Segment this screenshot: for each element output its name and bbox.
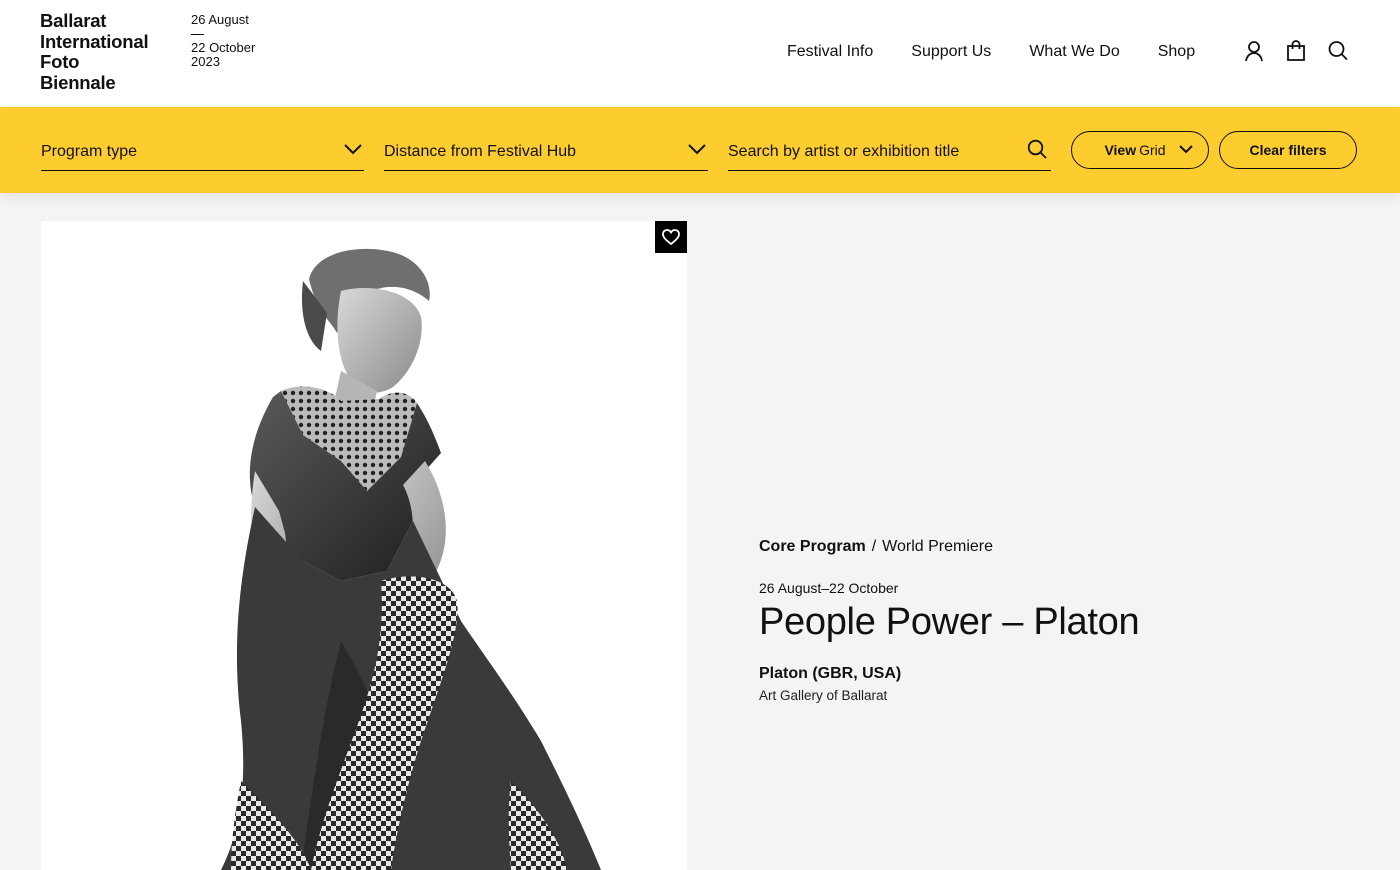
chevron-down-icon [688,144,706,155]
clear-filters-button[interactable]: Clear filters [1219,131,1357,169]
view-value: Grid [1139,142,1166,158]
logo-line: Ballarat [40,10,107,31]
search-input[interactable]: Search by artist or exhibition title [728,139,1051,171]
search-placeholder: Search by artist or exhibition title [728,143,960,160]
date-end-day: 22 October [191,40,256,55]
event-category[interactable]: Core Program [759,538,866,555]
event-info: Core Program / World Premiere 26 August–22… [759,537,1359,704]
site-header: Ballarat International Foto Biennale 26 … [0,0,1400,107]
search-icon[interactable] [1328,40,1348,62]
distance-label: Distance from Festival Hub [384,143,577,160]
account-icon[interactable] [1244,40,1264,62]
event-venue: Art Gallery of Ballarat [759,688,888,703]
event-dates: 26 August–22 October [759,580,899,596]
date-start: 26 August [191,12,249,27]
festival-dates: 26 August 22 October 2023 [191,13,255,69]
search-icon[interactable] [1027,139,1047,159]
nav-support-us[interactable]: Support Us [911,42,991,62]
view-label: View [1104,142,1137,158]
nav-what-we-do[interactable]: What We Do [1029,42,1119,62]
date-dash [191,34,204,35]
date-end-year: 2023 [191,54,220,69]
event-artist: Platon (GBR, USA) [759,665,902,682]
category-separator: / [871,538,877,555]
header-icons [1244,40,1348,62]
event-tag: World Premiere [882,538,993,555]
event-categories: Core Program / World Premiere [759,537,1359,557]
logo-line: International [40,30,149,52]
chevron-down-icon [1179,145,1193,154]
heart-icon [662,229,680,245]
event-image[interactable] [41,221,687,870]
event-title[interactable]: People Power – Platon [759,601,1359,643]
portrait-photo [221,248,601,870]
nav-shop[interactable]: Shop [1158,42,1195,62]
logo-line: Foto [40,51,80,72]
nav-festival-info[interactable]: Festival Info [787,42,873,62]
program-type-select[interactable]: Program type [41,139,364,171]
program-type-label: Program type [41,143,138,160]
view-toggle-button[interactable]: View Grid [1071,131,1209,169]
main-nav: Festival Info Support Us What We Do Shop [787,42,1195,62]
favourite-button[interactable] [655,221,687,253]
distance-select[interactable]: Distance from Festival Hub [384,139,708,171]
cart-icon[interactable] [1286,40,1306,62]
site-logo[interactable]: Ballarat International Foto Biennale [40,10,149,93]
logo-line: Biennale [40,71,116,93]
chevron-down-icon [344,144,362,155]
